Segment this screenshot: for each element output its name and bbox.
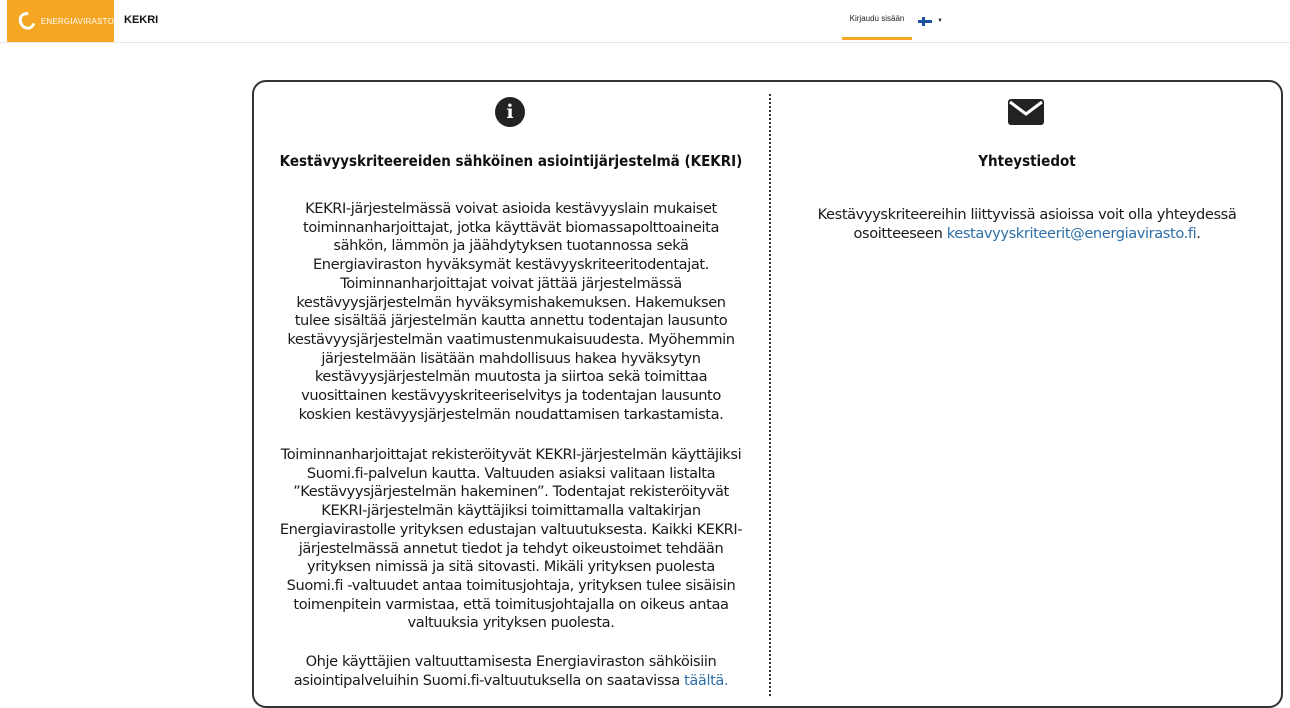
contact-title: Yhteystiedot — [978, 152, 1076, 170]
energiavirasto-logo-icon — [15, 9, 39, 33]
contact-paragraph: Kestävyyskriteereihin liittyvissä asiois… — [777, 206, 1277, 243]
instructions-link[interactable]: täältä. — [684, 672, 729, 689]
info-paragraph-2: Toiminnanharjoittajat rekisteröityvät KE… — [279, 446, 743, 632]
brand-logo-block[interactable]: ENERGIAVIRASTO — [7, 0, 114, 42]
login-link[interactable]: Kirjaudu sisään — [842, 0, 912, 40]
info-icon: i — [495, 97, 525, 127]
brand-text: ENERGIAVIRASTO — [40, 16, 114, 26]
finnish-flag-icon — [918, 16, 932, 26]
language-selector[interactable]: ▼ — [918, 13, 943, 29]
info-title: Kestävyyskriteereiden sähköinen asiointi… — [279, 152, 743, 170]
info-card: i Kestävyyskriteereiden sähköinen asioin… — [252, 80, 1283, 708]
dotted-divider — [769, 94, 771, 696]
app-name[interactable]: KEKRI — [124, 14, 158, 26]
envelope-icon — [1008, 99, 1044, 125]
chevron-down-icon: ▼ — [937, 18, 943, 24]
info-paragraph-1: KEKRI-järjestelmässä voivat asioida kest… — [287, 200, 735, 423]
instructions-text: Ohje käyttäjien valtuuttamisesta Energia… — [293, 653, 717, 689]
contact-email-link[interactable]: kestavyyskriteerit@energiavirasto.fi — [947, 225, 1197, 242]
top-navbar: ENERGIAVIRASTO KEKRI Kirjaudu sisään ▼ — [0, 0, 1290, 43]
contact-trailing: . — [1196, 224, 1201, 242]
info-paragraph-3: Ohje käyttäjien valtuuttamisesta Energia… — [278, 653, 744, 690]
